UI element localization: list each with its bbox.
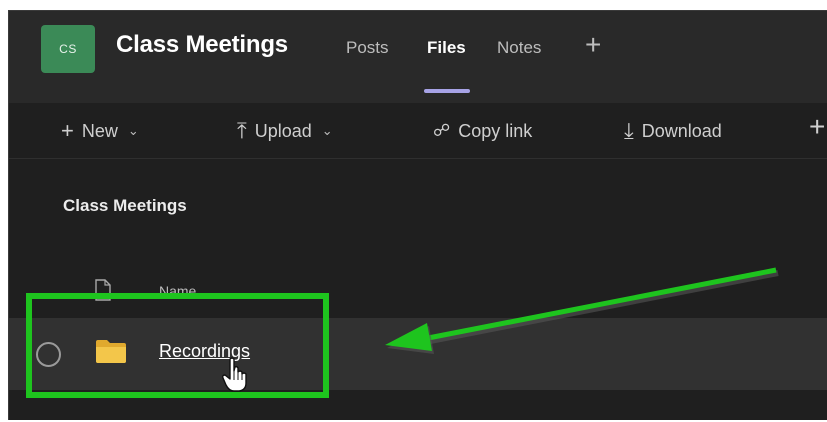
annotation-arrow	[385, 267, 779, 354]
